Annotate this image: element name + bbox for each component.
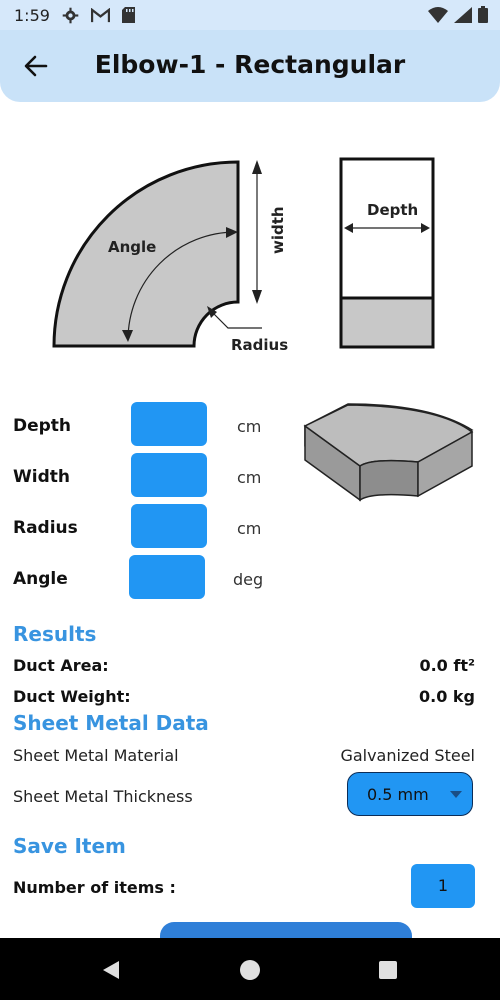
status-bar: 1:59 <box>0 0 500 30</box>
dropdown-arrow-icon <box>450 791 462 798</box>
duct-weight-label: Duct Weight: <box>13 687 131 706</box>
sd-card-icon <box>121 7 135 23</box>
nav-recents-icon[interactable] <box>379 961 397 979</box>
angle-input[interactable] <box>129 555 205 599</box>
depth-input[interactable] <box>131 402 207 446</box>
save-item-title: Save Item <box>13 834 126 858</box>
duct-weight-row: Duct Weight: 0.0 kg <box>13 687 475 711</box>
width-unit: cm <box>237 468 262 487</box>
items-count-input[interactable]: 1 <box>411 864 475 908</box>
results-title: Results <box>13 622 97 646</box>
duct-area-label: Duct Area: <box>13 656 109 675</box>
angle-label: Angle <box>13 569 68 589</box>
app-bar: Elbow-1 - Rectangular <box>0 30 500 102</box>
duct-weight-value: 0.0 kg <box>418 687 475 706</box>
width-row: Width cm <box>0 453 280 501</box>
material-value: Galvanized Steel <box>340 746 475 765</box>
diagram-radius-label: Radius <box>231 336 288 354</box>
sheet-metal-title: Sheet Metal Data <box>13 711 209 735</box>
width-label: Width <box>13 467 70 487</box>
gear-icon <box>62 7 79 24</box>
radius-input[interactable] <box>131 504 207 548</box>
radius-label: Radius <box>13 518 78 538</box>
depth-row: Depth cm <box>0 402 280 450</box>
battery-icon <box>478 6 488 28</box>
items-count-label: Number of items : <box>13 878 176 897</box>
thickness-select[interactable]: 0.5 mm <box>347 772 473 816</box>
duct-area-row: Duct Area: 0.0 ft² <box>13 656 475 680</box>
nav-home-icon[interactable] <box>240 960 260 980</box>
radius-unit: cm <box>237 519 262 538</box>
depth-label: Depth <box>13 416 72 436</box>
material-row: Sheet Metal Material Galvanized Steel <box>13 746 475 770</box>
nav-back-icon[interactable] <box>101 960 121 980</box>
duct-area-value: 0.0 ft² <box>419 656 475 675</box>
status-time: 1:59 <box>14 5 50 25</box>
wifi-icon <box>428 6 448 28</box>
thickness-label: Sheet Metal Thickness <box>13 787 193 806</box>
diagram-depth-label: Depth <box>367 201 418 219</box>
signal-icon <box>454 6 472 28</box>
elbow-diagram: Angle width Radius Depth <box>52 157 435 354</box>
angle-unit: deg <box>233 570 264 589</box>
angle-row: Angle deg <box>0 555 280 603</box>
material-label: Sheet Metal Material <box>13 746 179 765</box>
diagram-width-label: width <box>269 206 287 254</box>
width-input[interactable] <box>131 453 207 497</box>
depth-unit: cm <box>237 417 262 436</box>
elbow-3d-illustration <box>303 403 474 502</box>
page-title: Elbow-1 - Rectangular <box>94 50 406 79</box>
items-count-row: Number of items : <box>13 878 313 902</box>
radius-row: Radius cm <box>0 504 280 552</box>
gmail-icon <box>90 7 110 23</box>
diagram-angle-label: Angle <box>108 238 156 256</box>
thickness-select-value: 0.5 mm <box>367 785 429 804</box>
navigation-bar <box>0 938 500 1000</box>
